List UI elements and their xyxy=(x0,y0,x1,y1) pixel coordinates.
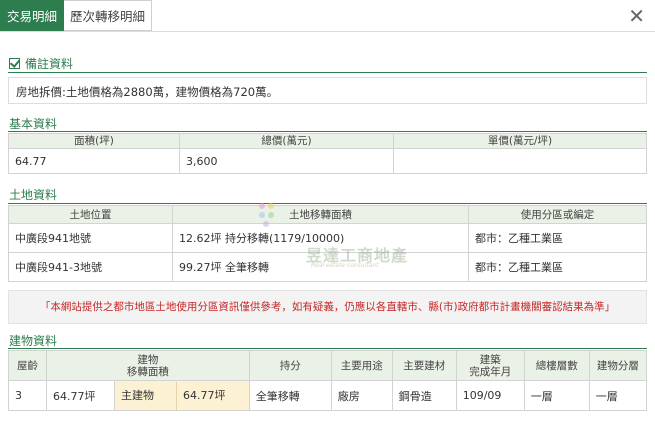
cell-completed: 109/09 xyxy=(455,380,525,411)
divider xyxy=(8,131,647,132)
cell-transfer-area: 99.27坪 全筆移轉 xyxy=(172,252,469,282)
divider xyxy=(0,31,655,32)
cell-layer: 一層 xyxy=(588,380,648,411)
divider xyxy=(8,348,647,349)
cell-area: 64.77 xyxy=(8,148,180,174)
header-zoning: 使用分區或編定 xyxy=(468,205,647,224)
checkbox-icon xyxy=(9,58,20,69)
cell-share: 全筆移轉 xyxy=(248,380,332,411)
basic-table: 面積(坪) 總價(萬元) 單價(萬元/坪) 64.77 3,600 xyxy=(8,133,647,174)
remarks-title-text: 備註資料 xyxy=(25,57,74,71)
cell-zoning: 都市：乙種工業區 xyxy=(468,223,647,253)
tab-transaction-details[interactable]: 交易明細 xyxy=(0,0,65,31)
cell-main-building: 主建物 64.77坪 xyxy=(114,380,250,411)
header-main-use: 主要用途 xyxy=(330,350,393,381)
tab-bar: 交易明細 歷次轉移明細 xyxy=(0,0,153,31)
header-share: 持分 xyxy=(248,350,332,381)
header-line: 建物 xyxy=(137,353,159,366)
land-table: 土地位置 土地移轉面積 使用分區或編定 中廣段941地號 12.62坪 持分移轉… xyxy=(8,205,647,282)
cell-unit-price xyxy=(393,148,647,174)
header-line: 移轉面積 xyxy=(126,365,169,378)
cell-material: 鋼骨造 xyxy=(391,380,457,411)
table-row: 3 64.77坪 主建物 64.77坪 全筆移轉 廠房 鋼骨造 109/09 一… xyxy=(8,380,648,411)
basic-section-title: 基本資料 xyxy=(9,117,58,131)
cell-area-total: 64.77坪 xyxy=(46,380,115,411)
header-unit-price: 單價(萬元/坪) xyxy=(393,133,647,149)
table-row: 64.77 3,600 xyxy=(8,148,647,174)
header-building-layer: 建物分層 xyxy=(588,350,648,381)
close-icon[interactable]: ✕ xyxy=(628,4,645,28)
cell-location: 中廣段941地號 xyxy=(8,223,173,253)
cell-use: 廠房 xyxy=(330,380,393,411)
header-completed: 建築 完成年月 xyxy=(455,350,525,381)
table-row: 中廣段941-3地號 99.27坪 全筆移轉 都市：乙種工業區 xyxy=(8,252,647,282)
main-building-label: 主建物 xyxy=(115,381,177,410)
cell-zoning: 都市：乙種工業區 xyxy=(468,252,647,282)
divider xyxy=(8,203,647,204)
main-building-area: 64.77坪 xyxy=(183,388,226,402)
header-land-area: 土地移轉面積 xyxy=(172,205,469,224)
cell-total-price: 3,600 xyxy=(179,148,394,174)
header-line: 完成年月 xyxy=(469,365,512,378)
header-line: 建築 xyxy=(479,353,501,366)
cell-age: 3 xyxy=(8,380,47,411)
header-main-material: 主要建材 xyxy=(391,350,457,381)
header-total-floors: 總樓層數 xyxy=(523,350,590,381)
header-total-price: 總價(萬元) xyxy=(179,133,394,149)
table-row: 中廣段941地號 12.62坪 持分移轉(1179/10000) 都市：乙種工業… xyxy=(8,223,647,253)
cell-transfer-area: 12.62坪 持分移轉(1179/10000) xyxy=(172,223,469,253)
divider xyxy=(8,72,647,73)
land-section-title: 土地資料 xyxy=(9,188,58,202)
cell-floors: 一層 xyxy=(523,380,590,411)
header-area: 面積(坪) xyxy=(8,133,180,149)
header-building-area: 建物 移轉面積 xyxy=(46,350,250,381)
cell-location: 中廣段941-3地號 xyxy=(8,252,173,282)
remarks-section-title: 備註資料 xyxy=(9,55,73,72)
building-section-title: 建物資料 xyxy=(9,334,58,348)
building-table: 屋齡 建物 移轉面積 持分 主要用途 主要建材 建築 完成年月 總樓層數 建物分… xyxy=(8,350,648,411)
header-age: 屋齡 xyxy=(8,350,47,381)
remarks-note: 房地拆價:土地價格為2880萬，建物價格為720萬。 xyxy=(8,77,647,104)
header-land-location: 土地位置 xyxy=(8,205,173,224)
disclaimer-banner: 「本網站提供之都市地區土地使用分區資訊僅供參考，如有疑義，仍應以各直轄市、縣(市… xyxy=(8,290,647,324)
tab-transfer-history[interactable]: 歷次轉移明細 xyxy=(64,0,153,31)
